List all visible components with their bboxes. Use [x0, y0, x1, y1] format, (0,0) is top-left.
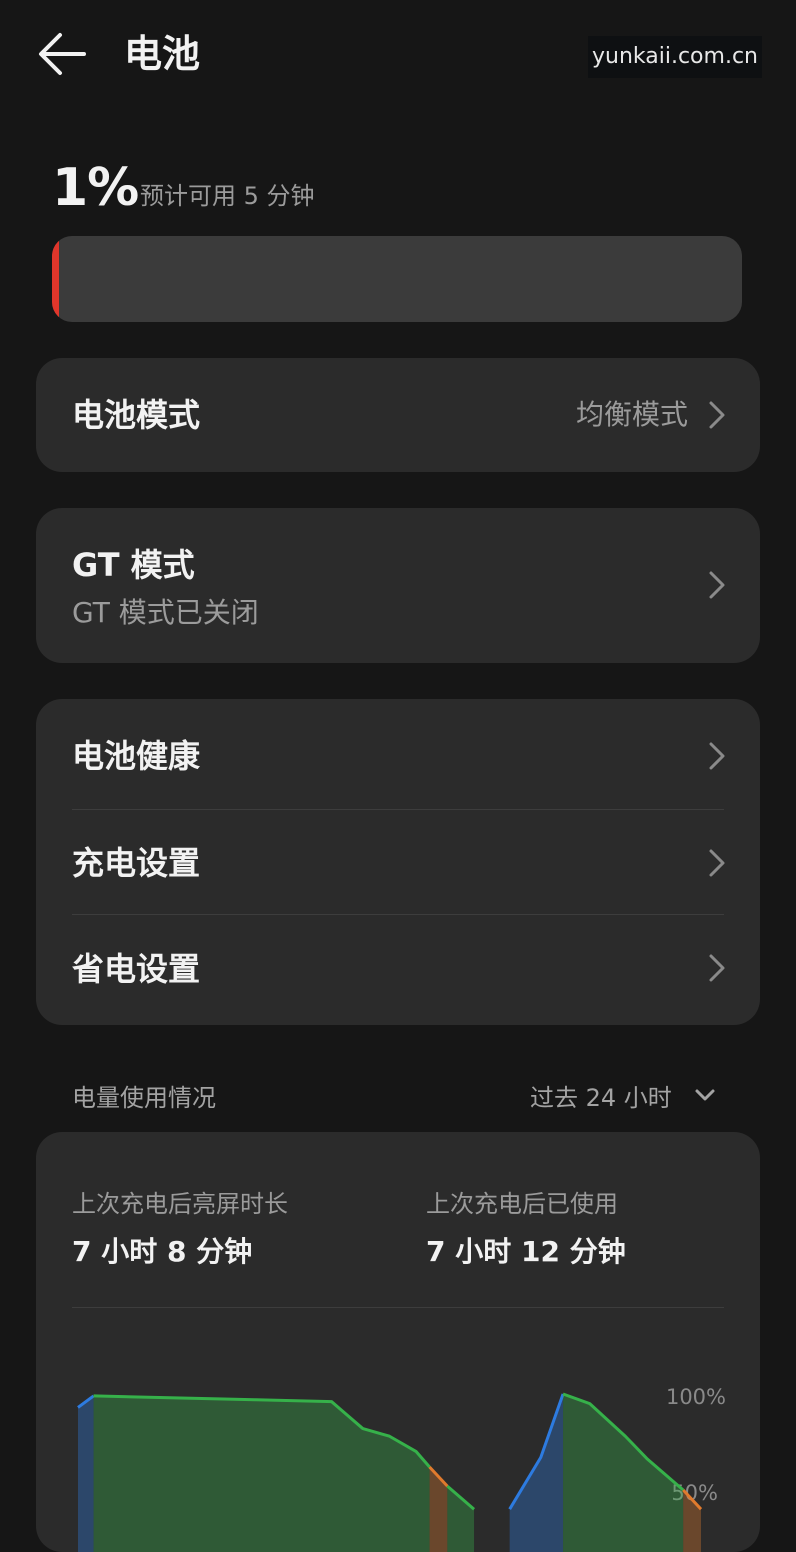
warn-area-2: [429, 1466, 448, 1552]
gt-mode-row[interactable]: GT 模式 GT 模式已关闭: [36, 508, 760, 663]
battery-level-fill: [52, 236, 59, 322]
chevron-right-icon: [709, 954, 725, 982]
chevron-right-icon: [709, 849, 725, 877]
y-tick-label-100: 100%: [666, 1385, 726, 1409]
power-saving-settings-row[interactable]: 省电设置: [36, 915, 760, 1025]
usage-section-title: 电量使用情况: [72, 1084, 216, 1112]
charge-area-0: [78, 1395, 94, 1552]
battery-mode-label: 电池模式: [72, 396, 201, 434]
battery-percentage: 1%: [52, 158, 139, 218]
back-arrow-icon[interactable]: [36, 30, 88, 78]
usage-card: 上次充电后亮屏时长 7 小时 8 分钟 上次充电后已使用 7 小时 12 分钟 …: [36, 1132, 760, 1552]
charging-settings-label: 充电设置: [72, 844, 201, 882]
battery-level-bar: [52, 236, 742, 322]
power-saving-settings-label: 省电设置: [72, 950, 201, 988]
battery-mode-row[interactable]: 电池模式 均衡模式: [36, 358, 760, 472]
battery-mode-value: 均衡模式: [575, 398, 688, 431]
chevron-right-icon: [709, 742, 725, 770]
time-range-selector[interactable]: 过去 24 小时: [530, 1082, 672, 1114]
watermark: yunkaii.com.cn: [588, 36, 762, 78]
page-title: 电池: [124, 32, 201, 76]
battery-health-row[interactable]: 电池健康: [36, 699, 760, 809]
gt-mode-label: GT 模式: [72, 546, 195, 584]
discharge-area-1: [93, 1395, 430, 1552]
gt-mode-status: GT 模式已关闭: [72, 596, 259, 629]
chevron-right-icon: [709, 571, 725, 599]
chevron-right-icon: [709, 401, 725, 429]
battery-health-label: 电池健康: [72, 737, 201, 775]
chevron-down-icon[interactable]: [694, 1087, 716, 1105]
settings-list: 电池健康 充电设置 省电设置: [36, 699, 760, 1025]
battery-estimate: 预计可用 5 分钟: [140, 182, 315, 210]
battery-usage-chart: 100% 50%: [77, 1385, 726, 1552]
charging-settings-row[interactable]: 充电设置: [36, 810, 760, 914]
